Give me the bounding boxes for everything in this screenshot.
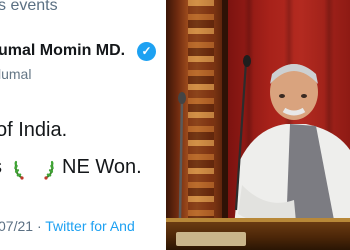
tweet-text-line-2-prefix: s — [0, 156, 2, 179]
microphone-stand-left — [178, 99, 184, 219]
tweet-meta: 07/21 · Twitter for And — [0, 218, 135, 234]
assembly-photo — [166, 0, 350, 250]
tweet-card: s events umal Momin MD. ✓ lumal of India… — [0, 0, 160, 250]
microphone-head-left — [178, 92, 186, 104]
verified-badge-icon: ✓ — [137, 42, 156, 61]
author-display-name[interactable]: umal Momin MD. — [0, 42, 125, 60]
tweet-text-line-2-suffix: NE Won. — [62, 156, 142, 178]
tweet-text-line-1: of India. — [0, 119, 68, 141]
meta-separator: · — [36, 218, 42, 234]
tweet-date[interactable]: 07/21 — [0, 218, 33, 234]
speaker-figure — [178, 55, 350, 250]
tweet-context-label: s events — [0, 0, 58, 14]
laurel-wreath-left-icon — [14, 160, 24, 180]
tweet-source-link[interactable]: Twitter for And — [45, 218, 134, 234]
microphone-head — [243, 55, 251, 67]
laurel-wreath-right-icon — [44, 160, 54, 180]
author-handle[interactable]: lumal — [0, 66, 31, 82]
desk-panel — [176, 232, 246, 246]
